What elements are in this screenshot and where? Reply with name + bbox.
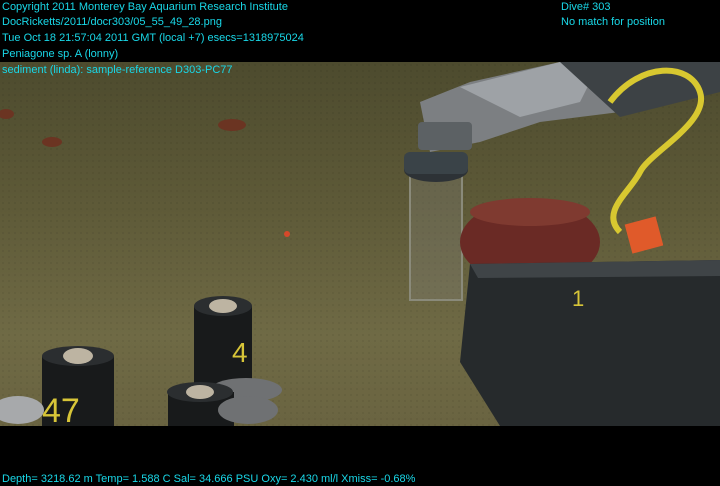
timestamp-text: Tue Oct 18 21:57:04 2011 GMT (local +7) …	[2, 32, 304, 44]
sampling-box	[460, 260, 720, 426]
seafloor-image: 1 4 47	[0, 62, 720, 426]
box-label: 1	[572, 286, 584, 311]
position-status: No match for position	[561, 16, 665, 28]
telemetry-readout: Depth= 3218.62 m Temp= 1.588 C Sal= 34.6…	[2, 473, 416, 485]
copyright-text: Copyright 2011 Monterey Bay Aquarium Res…	[2, 1, 288, 13]
core-ring-left	[0, 396, 44, 424]
svg-text:4: 4	[232, 337, 248, 368]
scene-drawing: 1 4 47	[0, 62, 720, 426]
sea-cucumber-3	[0, 109, 14, 119]
sample-annotation: sediment (linda): sample-reference D303-…	[2, 64, 233, 76]
clear-core-tube	[409, 171, 463, 301]
core-handle	[404, 152, 468, 174]
sea-cucumber-2	[42, 137, 62, 147]
dive-number: Dive# 303	[561, 1, 611, 13]
species-annotation: Peniagone sp. A (lonny)	[2, 48, 119, 60]
red-speck	[284, 231, 290, 237]
push-core-47: 47	[42, 346, 114, 426]
svg-text:47: 47	[42, 392, 80, 426]
orange-float	[624, 216, 664, 254]
sea-cucumber-1	[218, 119, 246, 131]
image-filename: DocRicketts/2011/docr303/05_55_49_28.png	[2, 16, 222, 28]
